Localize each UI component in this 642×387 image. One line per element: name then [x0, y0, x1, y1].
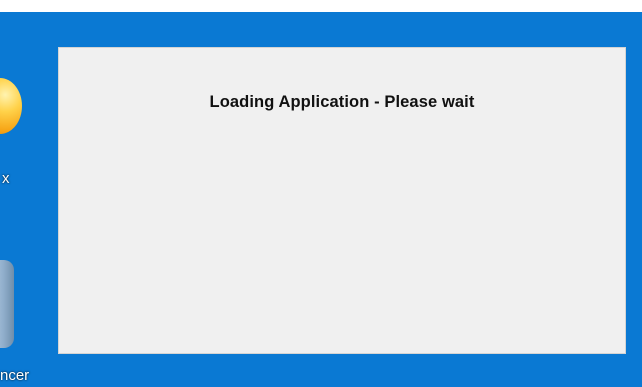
screen-top-strip — [0, 0, 642, 12]
app-orb-icon[interactable] — [0, 78, 22, 134]
desktop-icon-label[interactable]: x — [2, 170, 10, 188]
desktop-icon-label[interactable]: ncer — [0, 367, 29, 385]
loading-message: Loading Application - Please wait — [209, 93, 475, 111]
loading-splash-window: Loading Application - Please wait — [58, 47, 626, 354]
app-window-icon[interactable] — [0, 260, 14, 348]
